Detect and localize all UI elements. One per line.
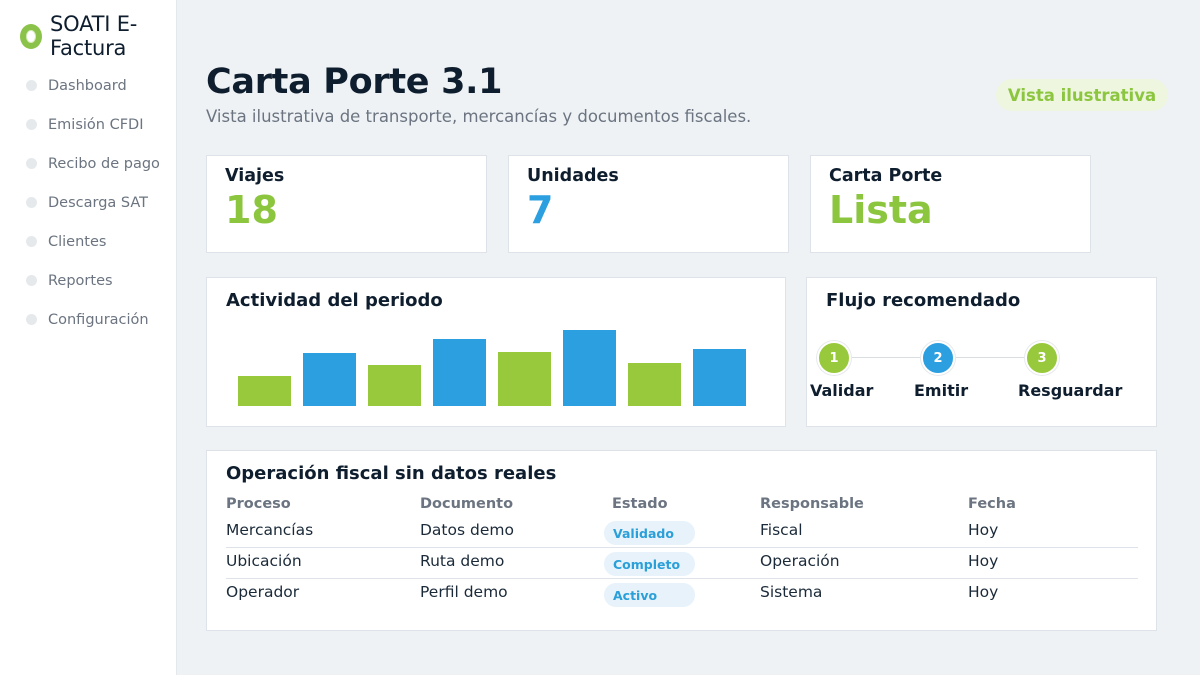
status-pill: Validado bbox=[604, 521, 695, 545]
fiscal-table-card: Operación fiscal sin datos reales Proces… bbox=[206, 450, 1157, 631]
dot-icon bbox=[26, 158, 37, 169]
table-row[interactable]: Mercancías Datos demo Validado Fiscal Ho… bbox=[226, 517, 1138, 548]
sidebar-item-clientes[interactable]: Clientes bbox=[26, 222, 160, 261]
stat-card-viajes: Viajes 18 bbox=[206, 155, 487, 253]
cell-fecha: Hoy bbox=[968, 521, 999, 539]
dot-icon bbox=[26, 119, 37, 130]
cell-fecha: Hoy bbox=[968, 583, 999, 601]
cell-documento: Ruta demo bbox=[420, 552, 505, 570]
chart-bar bbox=[368, 365, 421, 406]
activity-chart bbox=[207, 278, 785, 426]
step-1-label: Validar bbox=[810, 381, 874, 400]
brand-name: SOATI E-Factura bbox=[50, 12, 138, 60]
stat-value: Lista bbox=[829, 188, 933, 232]
sidebar-item-configuracion[interactable]: Configuración bbox=[26, 300, 160, 339]
chart-bar bbox=[693, 349, 746, 406]
cell-proceso: Operador bbox=[226, 583, 300, 601]
brand-logo-icon bbox=[20, 23, 43, 49]
chart-bar bbox=[628, 363, 681, 406]
sidebar-item-label: Clientes bbox=[48, 233, 107, 250]
flow-title: Flujo recomendado bbox=[826, 290, 1021, 311]
stat-value: 18 bbox=[225, 188, 278, 232]
flow-card: Flujo recomendado 1 2 3 Validar Emitir R… bbox=[806, 277, 1157, 427]
cell-documento: Datos demo bbox=[420, 521, 514, 539]
chart-bar bbox=[238, 376, 291, 406]
cell-responsable: Sistema bbox=[760, 583, 823, 601]
step-2-circle: 2 bbox=[921, 341, 955, 375]
chart-bar bbox=[303, 353, 356, 406]
dot-icon bbox=[26, 197, 37, 208]
sidebar-item-label: Reportes bbox=[48, 272, 113, 289]
cell-responsable: Operación bbox=[760, 552, 840, 570]
cell-responsable: Fiscal bbox=[760, 521, 803, 539]
cell-fecha: Hoy bbox=[968, 552, 999, 570]
cell-proceso: Mercancías bbox=[226, 521, 314, 539]
table-row[interactable]: Operador Perfil demo Activo Sistema Hoy bbox=[226, 579, 1138, 610]
chart-bar bbox=[498, 352, 551, 406]
step-3-label: Resguardar bbox=[1018, 381, 1123, 400]
page-subtitle: Vista ilustrativa de transporte, mercanc… bbox=[206, 107, 752, 126]
col-header-estado: Estado bbox=[612, 496, 668, 512]
brand[interactable]: SOATI E-Factura bbox=[20, 12, 176, 60]
stat-label: Unidades bbox=[527, 166, 619, 186]
sidebar-item-reportes[interactable]: Reportes bbox=[26, 261, 160, 300]
stat-card-carta-porte: Carta Porte Lista bbox=[810, 155, 1091, 253]
sidebar-item-label: Configuración bbox=[48, 311, 149, 328]
page-title: Carta Porte 3.1 bbox=[206, 62, 503, 102]
sidebar-item-label: Recibo de pago bbox=[48, 155, 160, 172]
status-pill: Completo bbox=[604, 552, 695, 576]
cell-proceso: Ubicación bbox=[226, 552, 302, 570]
sidebar: SOATI E-Factura Dashboard Emisión CFDI R… bbox=[0, 0, 177, 675]
sidebar-item-recibo-de-pago[interactable]: Recibo de pago bbox=[26, 144, 160, 183]
col-header-responsable: Responsable bbox=[760, 496, 864, 512]
chart-bar bbox=[563, 330, 616, 406]
stat-label: Carta Porte bbox=[829, 166, 943, 186]
sidebar-item-emision-cfdi[interactable]: Emisión CFDI bbox=[26, 105, 160, 144]
dot-icon bbox=[26, 314, 37, 325]
sidebar-item-descarga-sat[interactable]: Descarga SAT bbox=[26, 183, 160, 222]
col-header-proceso: Proceso bbox=[226, 496, 291, 512]
sidebar-item-label: Emisión CFDI bbox=[48, 116, 144, 133]
stat-label: Viajes bbox=[225, 166, 285, 186]
dot-icon bbox=[26, 80, 37, 91]
chart-bar bbox=[433, 339, 486, 406]
sidebar-item-label: Dashboard bbox=[48, 77, 127, 94]
col-header-documento: Documento bbox=[420, 496, 514, 512]
step-3-circle: 3 bbox=[1025, 341, 1059, 375]
status-pill: Activo bbox=[604, 583, 695, 607]
status-badge: Vista ilustrativa bbox=[996, 79, 1168, 111]
dot-icon bbox=[26, 275, 37, 286]
activity-card: Actividad del periodo bbox=[206, 277, 786, 427]
sidebar-nav: Dashboard Emisión CFDI Recibo de pago De… bbox=[26, 66, 160, 339]
sidebar-item-label: Descarga SAT bbox=[48, 194, 149, 211]
table-row[interactable]: Ubicación Ruta demo Completo Operación H… bbox=[226, 548, 1138, 579]
table-title: Operación fiscal sin datos reales bbox=[226, 463, 557, 484]
cell-documento: Perfil demo bbox=[420, 583, 508, 601]
stat-value: 7 bbox=[527, 188, 554, 232]
step-2-label: Emitir bbox=[914, 381, 969, 400]
col-header-fecha: Fecha bbox=[968, 496, 1016, 512]
dot-icon bbox=[26, 236, 37, 247]
step-1-circle: 1 bbox=[817, 341, 851, 375]
stat-card-unidades: Unidades 7 bbox=[508, 155, 789, 253]
sidebar-item-dashboard[interactable]: Dashboard bbox=[26, 66, 160, 105]
